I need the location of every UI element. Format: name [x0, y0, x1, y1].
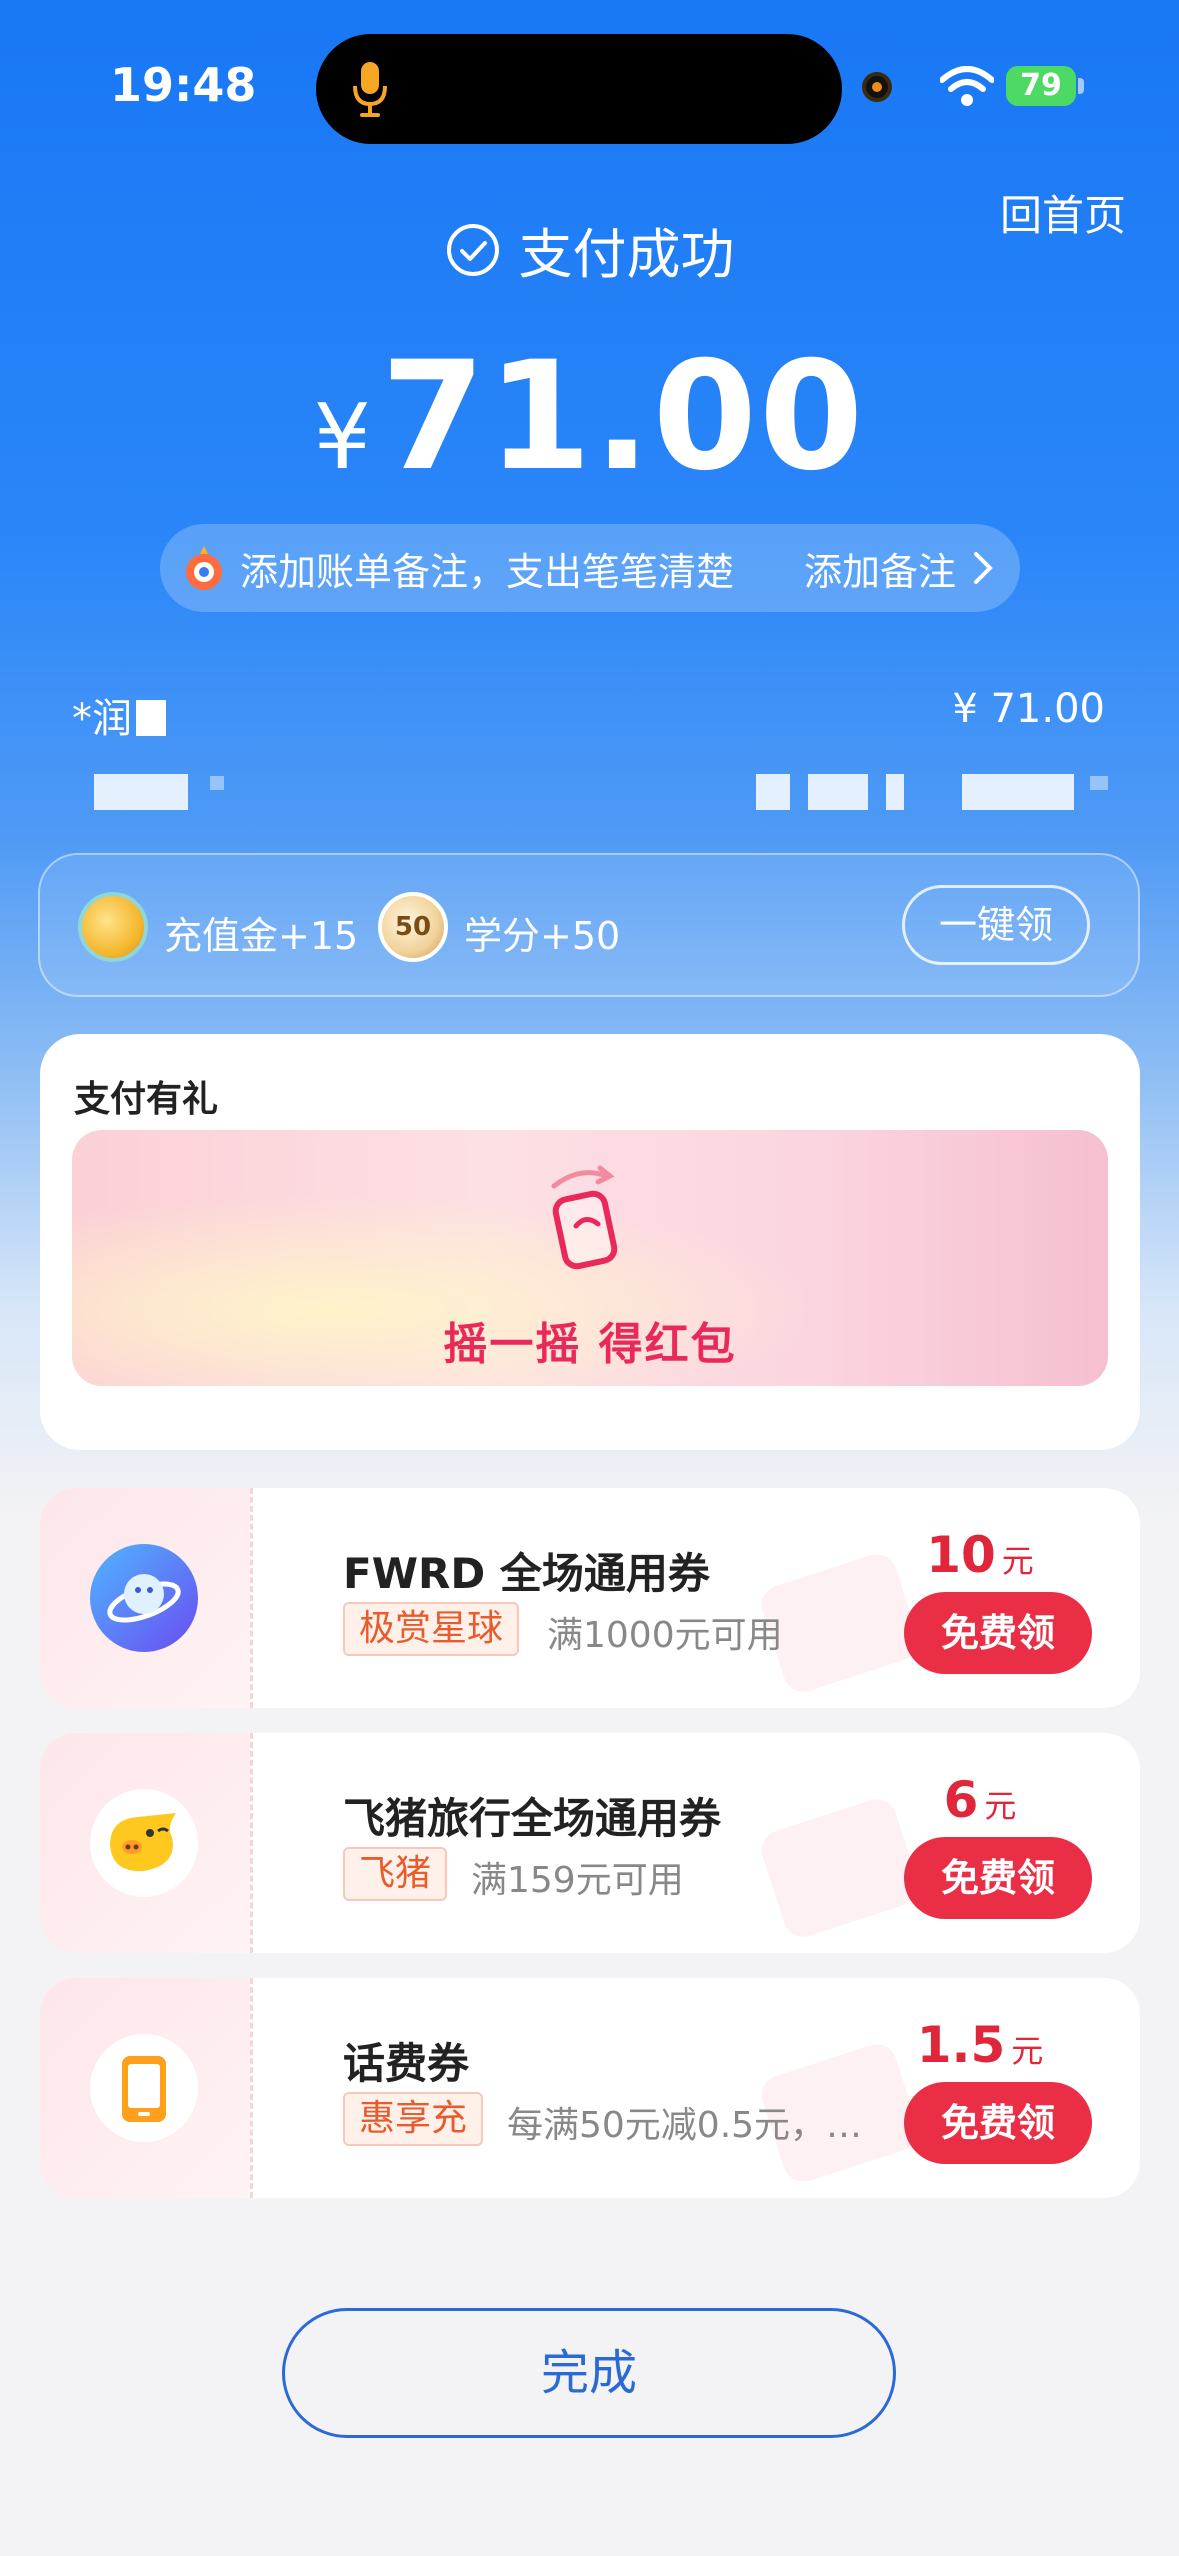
chevron-right-icon — [974, 552, 993, 584]
coupon-amount: 10 — [926, 1526, 996, 1584]
credit-badge-icon: 50 — [378, 892, 448, 962]
payee-name: *润 — [72, 686, 166, 744]
planet-logo-icon — [90, 1544, 198, 1652]
coupon-condition: 每满50元减0.5元，… — [507, 2105, 863, 2146]
fliggy-pig-logo-icon — [90, 1789, 198, 1897]
coupon-value: 6元 — [910, 1771, 1050, 1829]
coupon-logo-area — [40, 1488, 250, 1708]
coupon-condition: 满1000元可用 — [547, 1615, 783, 1656]
coupon-merchant-tag: 极赏星球 — [343, 1602, 520, 1656]
note-banner-text: 添加账单备注，支出笔笔清楚 — [240, 549, 735, 594]
gold-coin-icon — [78, 892, 148, 962]
claim-all-button[interactable]: 一键领 — [902, 885, 1090, 965]
shake-for-red-packet-banner[interactable]: 摇一摇 得红包 — [72, 1130, 1108, 1386]
coupon-value: 1.5 元 — [910, 2016, 1050, 2074]
coupon-body: 话费券 惠享充 每满50元减0.5元，… 1.5 元 免费领 — [250, 1978, 1140, 2198]
redacted-block — [1090, 776, 1108, 790]
done-button[interactable]: 完成 — [282, 2308, 896, 2438]
add-note-button[interactable]: 添加备注 — [804, 541, 956, 596]
reward-credit-label: 学分+50 — [464, 914, 621, 958]
bill-note-icon — [186, 546, 222, 590]
coupon-merchant-tag: 惠享充 — [343, 2092, 484, 2146]
redacted-block — [962, 774, 1074, 810]
coupon-title: 飞猪旅行全场通用券 — [343, 1794, 722, 1843]
payment-success-title: 支付成功 — [518, 223, 735, 286]
coupon-unit: 元 — [1011, 2032, 1044, 2070]
claim-coupon-button[interactable]: 免费领 — [904, 2082, 1092, 2164]
coupon-amount: 1.5 — [916, 2016, 1006, 2074]
shake-phone-icon — [551, 1165, 618, 1270]
battery-icon: 79 — [1006, 66, 1076, 106]
coupon-body: FWRD 全场通用券 极赏星球 满1000元可用 10 元 免费领 — [250, 1488, 1140, 1708]
shake-banner-text: 摇一摇 得红包 — [443, 1319, 737, 1370]
redacted-block — [94, 774, 188, 810]
coupon-body: 飞猪旅行全场通用券 飞猪 满159元可用 6元 免费领 — [250, 1733, 1140, 1953]
coupon-unit: 元 — [1001, 1542, 1034, 1580]
microphone-icon — [353, 62, 387, 117]
dynamic-island — [316, 34, 842, 144]
currency-symbol: ¥ — [313, 385, 371, 490]
claim-coupon-button[interactable]: 免费领 — [904, 1837, 1092, 1919]
battery-cap — [1078, 78, 1084, 94]
payment-amount: ¥ 71.00 — [952, 686, 1105, 732]
amount-value: 71.00 — [380, 330, 866, 504]
coupon-title: FWRD 全场通用券 — [343, 1549, 710, 1598]
coupon-unit: 元 — [984, 1787, 1017, 1825]
coupon-card: 飞猪旅行全场通用券 飞猪 满159元可用 6元 免费领 — [40, 1733, 1140, 1953]
redacted-block — [808, 774, 868, 810]
wifi-icon — [940, 66, 994, 106]
coupon-logo-area — [40, 1733, 250, 1953]
coupon-value: 10 元 — [910, 1526, 1050, 1584]
redacted-block — [886, 774, 904, 810]
coupon-card: FWRD 全场通用券 极赏星球 满1000元可用 10 元 免费领 — [40, 1488, 1140, 1708]
status-time: 19:48 — [110, 58, 257, 112]
phone-topup-icon — [90, 2034, 198, 2142]
coupon-amount: 6 — [943, 1771, 979, 1829]
redacted-block — [210, 776, 224, 790]
coupon-watermark — [756, 1794, 924, 1942]
add-note-banner[interactable]: 添加账单备注，支出笔笔清楚 添加备注 — [160, 524, 1020, 612]
coupon-condition: 满159元可用 — [471, 1860, 684, 1901]
success-row: 支付成功 — [0, 210, 1179, 289]
payee-text: *润 — [72, 696, 132, 742]
reward-recharge-label: 充值金+15 — [164, 914, 359, 958]
rewards-bar: 充值金+15 50 学分+50 一键领 — [38, 853, 1140, 997]
paid-amount: ¥ 71.00 — [0, 330, 1179, 504]
camera-indicator-icon — [862, 72, 892, 102]
gift-section-title: 支付有礼 — [74, 1079, 219, 1120]
coupon-merchant-tag: 飞猪 — [343, 1847, 448, 1901]
check-circle-icon — [446, 223, 499, 276]
redacted-block — [136, 700, 166, 736]
coupon-logo-area — [40, 1978, 250, 2198]
redacted-block — [756, 774, 790, 810]
battery-level: 79 — [1020, 68, 1062, 103]
coupon-title: 话费券 — [343, 2039, 470, 2088]
payment-gift-card: 支付有礼 摇一摇 得红包 — [40, 1034, 1140, 1450]
coupon-card: 话费券 惠享充 每满50元减0.5元，… 1.5 元 免费领 — [40, 1978, 1140, 2198]
claim-coupon-button[interactable]: 免费领 — [904, 1592, 1092, 1674]
